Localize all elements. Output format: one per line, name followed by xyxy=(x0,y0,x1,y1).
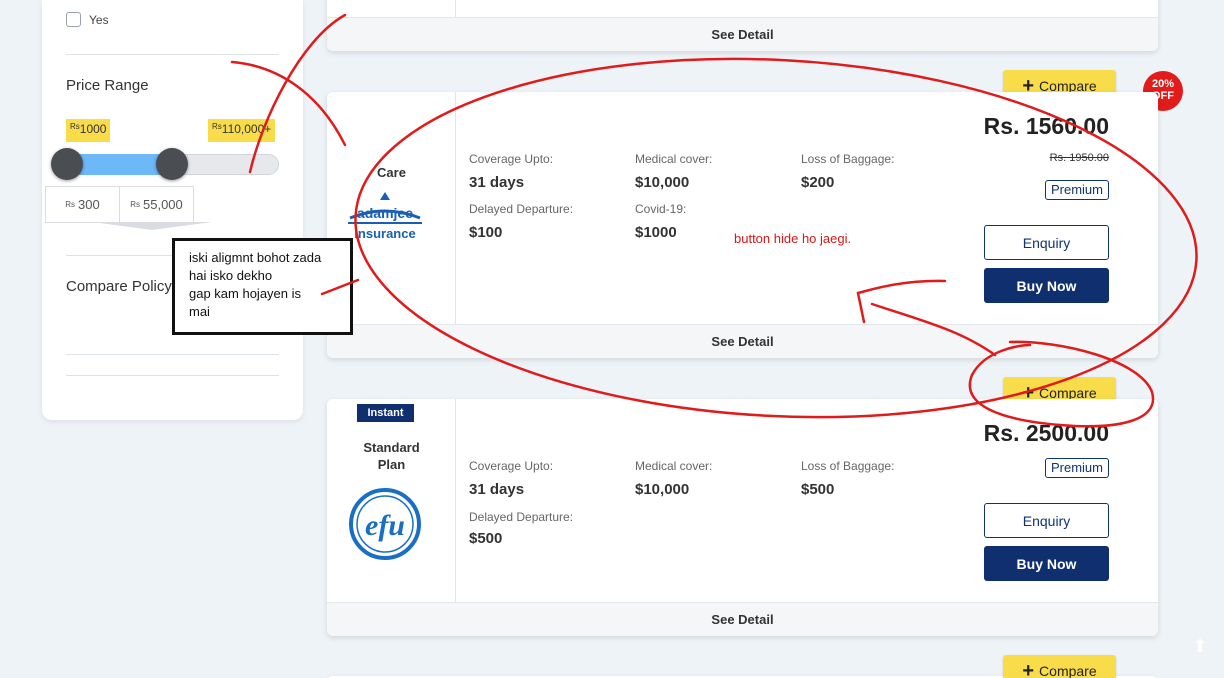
feature-value: 31 days xyxy=(469,174,525,191)
yes-label: Yes xyxy=(89,12,109,27)
feature-label: Covid-19: xyxy=(635,202,687,216)
enquiry-button[interactable]: Enquiry xyxy=(984,225,1109,260)
feature-value: $500 xyxy=(469,530,503,547)
feature-label: Medical cover: xyxy=(635,152,713,166)
filter-sidebar: Yes Price Range Rs1000 Rs110,000+ Rs 300 … xyxy=(42,0,303,420)
feature-value: $100 xyxy=(469,224,503,241)
divider xyxy=(66,375,279,376)
feature-label: Delayed Departure: xyxy=(469,510,574,524)
plan-card: See Detail xyxy=(327,0,1158,51)
feature-value: 31 days xyxy=(469,481,525,498)
annotation-note-box: iski aligmnt bohot zada hai isko dekho g… xyxy=(172,238,353,335)
original-price: Rs. 1950.00 xyxy=(1049,152,1109,164)
plan-card: Care adamjee insurance Coverage Upto: 31… xyxy=(327,92,1158,358)
annotation-button-note: button hide ho jaegi. xyxy=(734,231,852,246)
price-range-title: Price Range xyxy=(66,77,149,94)
svg-text:insurance: insurance xyxy=(354,226,415,241)
plan-price: Rs. 1560.00 xyxy=(983,113,1109,139)
company-name: Care xyxy=(377,165,406,180)
see-detail-button[interactable]: See Detail xyxy=(327,17,1158,51)
svg-text:adamjee: adamjee xyxy=(357,205,413,221)
enquiry-button[interactable]: Enquiry xyxy=(984,503,1109,538)
instant-badge: Instant xyxy=(357,404,414,422)
max-price-input[interactable]: Rs 55,000 xyxy=(119,186,194,223)
feature-label: Delayed Departure: xyxy=(469,202,574,216)
svg-text:efu: efu xyxy=(365,509,405,542)
divider xyxy=(66,354,279,355)
plan-name: Standard Plan xyxy=(363,440,420,472)
price-slider-max-thumb[interactable] xyxy=(156,148,188,180)
divider xyxy=(66,54,279,55)
scroll-to-top-icon[interactable]: ⬆ xyxy=(1190,636,1210,660)
feature-label: Loss of Baggage: xyxy=(801,459,895,473)
adamjee-logo: adamjee insurance xyxy=(348,192,422,241)
feature-label: Coverage Upto: xyxy=(469,152,554,166)
premium-badge: Premium xyxy=(1044,180,1109,200)
feature-label: Loss of Baggage: xyxy=(801,152,895,166)
yes-checkbox[interactable] xyxy=(66,12,81,27)
compare-policy-title: Compare Policy xyxy=(66,278,172,295)
premium-badge: Premium xyxy=(1044,458,1109,478)
feature-value: $10,000 xyxy=(635,174,690,191)
price-slider-min-thumb[interactable] xyxy=(51,148,83,180)
card-left-column xyxy=(327,0,456,17)
efu-logo: efu xyxy=(349,488,421,560)
feature-value: $500 xyxy=(801,481,835,498)
see-detail-button[interactable]: See Detail xyxy=(327,602,1158,636)
range-max-tag: Rs110,000+ xyxy=(208,119,276,142)
plus-icon: + xyxy=(1022,660,1035,678)
see-detail-button[interactable]: See Detail xyxy=(327,324,1158,358)
range-min-tag: Rs1000 xyxy=(66,119,111,142)
plan-price: Rs. 2500.00 xyxy=(983,420,1109,446)
feature-value: $200 xyxy=(801,174,835,191)
feature-value: $1000 xyxy=(635,224,677,241)
buy-now-button[interactable]: Buy Now xyxy=(984,268,1109,303)
yes-filter-option[interactable]: Yes xyxy=(66,12,109,27)
min-price-input[interactable]: Rs 300 xyxy=(45,186,120,223)
plan-card: Standard Plan efu Coverage Upto: 31 days… xyxy=(327,399,1158,636)
buy-now-button[interactable]: Buy Now xyxy=(984,546,1109,581)
feature-label: Medical cover: xyxy=(635,459,713,473)
price-box-pointer xyxy=(92,222,212,230)
feature-value: $10,000 xyxy=(635,481,690,498)
feature-label: Coverage Upto: xyxy=(469,459,554,473)
compare-button[interactable]: + Compare xyxy=(1003,655,1116,678)
